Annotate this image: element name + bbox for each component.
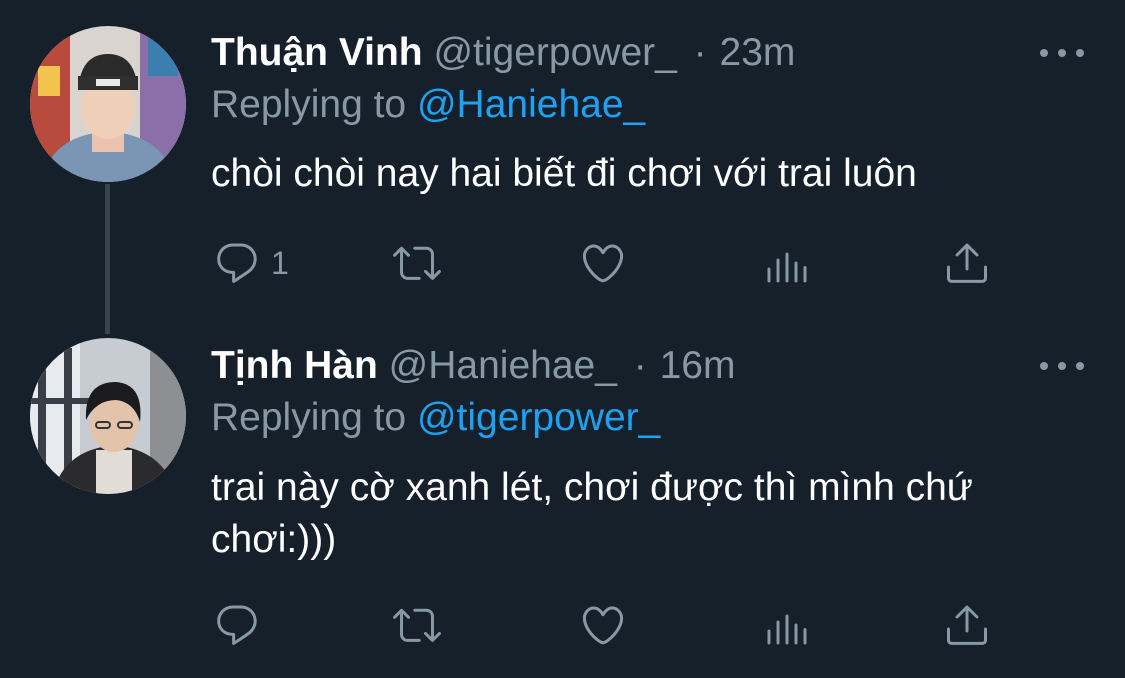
tweet-header: Thuận Vinh @tigerpower_ · 23m: [211, 28, 795, 78]
tweet[interactable]: Tịnh Hàn @Haniehae_ · 16m Replying to @t…: [0, 330, 1125, 678]
share-icon: [947, 605, 987, 645]
like-button[interactable]: [579, 600, 627, 650]
tweet-actions: 1: [211, 238, 1091, 288]
replying-to: Replying to @Haniehae_: [211, 80, 645, 130]
display-name[interactable]: Tịnh Hàn: [211, 344, 378, 387]
reply-button[interactable]: [213, 600, 271, 650]
tweet[interactable]: Thuận Vinh @tigerpower_ · 23m Replying t…: [0, 0, 1125, 334]
replying-to-label: Replying to: [211, 396, 407, 439]
share-icon: [947, 243, 987, 283]
reply-button[interactable]: 1: [213, 238, 289, 288]
avatar[interactable]: [30, 338, 186, 494]
tweet-text: chòi chòi nay hai biết đi chơi với trai …: [211, 152, 917, 195]
separator: ·: [633, 344, 647, 387]
separator: ·: [693, 31, 707, 74]
retweet-icon: [393, 246, 441, 280]
retweet-button[interactable]: [393, 600, 441, 650]
display-name[interactable]: Thuận Vinh: [211, 31, 423, 74]
replying-to-mention[interactable]: @tigerpower_: [417, 396, 660, 439]
tweet-header: Tịnh Hàn @Haniehae_ · 16m: [211, 341, 735, 391]
replying-to: Replying to @tigerpower_: [211, 393, 660, 443]
reply-count: 1: [271, 244, 289, 281]
replying-to-mention[interactable]: @Haniehae_: [417, 83, 645, 126]
retweet-button[interactable]: [393, 238, 441, 288]
reply-icon: [217, 243, 257, 283]
handle[interactable]: @Haniehae_: [389, 344, 617, 387]
handle[interactable]: @tigerpower_: [433, 31, 676, 74]
thread-connector: [105, 184, 110, 334]
replying-to-label: Replying to: [211, 83, 407, 126]
like-icon: [582, 606, 624, 645]
views-button[interactable]: [763, 238, 811, 288]
views-icon: [767, 252, 807, 283]
reply-icon: [217, 605, 257, 645]
views-icon: [767, 614, 807, 645]
like-icon: [582, 244, 624, 283]
share-button[interactable]: [943, 600, 991, 650]
more-horizontal-icon[interactable]: [1040, 356, 1084, 376]
like-button[interactable]: [579, 238, 627, 288]
tweet-text: trai này cờ xanh lét, chơi được thì mình…: [211, 466, 973, 561]
timestamp[interactable]: 16m: [660, 344, 736, 387]
views-button[interactable]: [763, 600, 811, 650]
timestamp[interactable]: 23m: [720, 31, 796, 74]
tweet-actions: [211, 600, 1091, 650]
retweet-icon: [393, 608, 441, 642]
avatar[interactable]: [30, 26, 186, 182]
share-button[interactable]: [943, 238, 991, 288]
more-horizontal-icon[interactable]: [1040, 43, 1084, 63]
